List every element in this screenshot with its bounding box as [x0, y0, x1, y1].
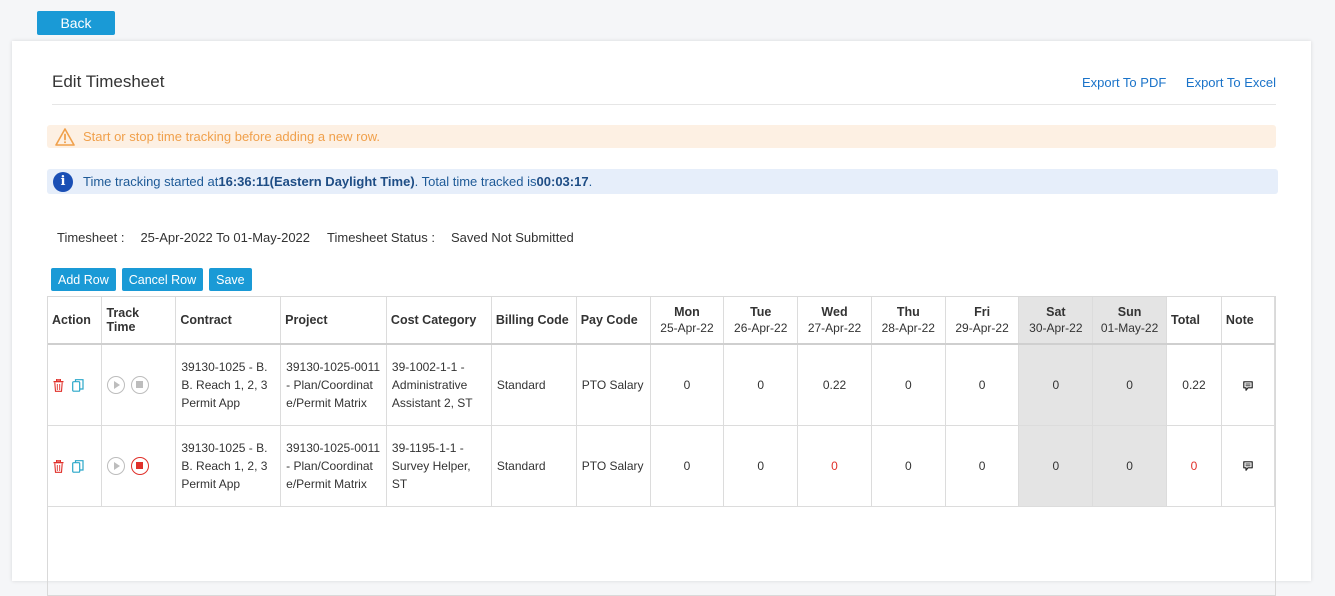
col-cost-category: Cost Category [386, 297, 492, 345]
warning-icon [55, 127, 75, 146]
col-action: Action [48, 297, 103, 345]
delete-icon[interactable] [53, 459, 64, 473]
track-time-cell [101, 425, 177, 507]
note-cell [1221, 344, 1276, 426]
delete-icon[interactable] [53, 379, 64, 392]
hours-sun[interactable]: 0 [1092, 425, 1167, 507]
cancel-row-button[interactable]: Cancel Row [121, 268, 204, 291]
hours-mon[interactable]: 0 [650, 344, 725, 426]
hours-sat[interactable]: 0 [1018, 344, 1094, 426]
track-time-cell [101, 344, 177, 426]
col-day-sat: Sat 30-Apr-22 [1018, 297, 1094, 345]
note-cell [1221, 425, 1276, 507]
stop-icon[interactable] [130, 376, 149, 395]
contract-cell: 39130-1025 - B. B. Reach 1, 2, 3 Permit … [175, 344, 282, 426]
play-icon[interactable] [107, 456, 126, 475]
table-row: 39130-1025 - B. B. Reach 1, 2, 3 Permit … [48, 425, 1276, 507]
col-project: Project [280, 297, 387, 345]
col-day-fri: Fri 29-Apr-22 [945, 297, 1020, 345]
warning-text: Start or stop time tracking before addin… [83, 129, 380, 144]
hours-mon[interactable]: 0 [650, 425, 725, 507]
copy-icon[interactable] [72, 379, 84, 392]
note-icon[interactable] [1243, 461, 1253, 472]
info-alert: i Time tracking started at 16:36:11(East… [47, 169, 1278, 194]
stop-icon[interactable] [130, 456, 149, 475]
table-row: 39130-1025 - B. B. Reach 1, 2, 3 Permit … [48, 344, 1276, 426]
billing-code-cell: Standard [491, 344, 577, 426]
col-pay-code: Pay Code [576, 297, 651, 345]
timesheet-card: Edit Timesheet Export To PDF Export To E… [12, 41, 1311, 596]
action-cell [48, 344, 103, 426]
hours-fri[interactable]: 0 [945, 344, 1020, 426]
hours-tue[interactable]: 0 [723, 425, 799, 507]
back-button[interactable]: Back [37, 11, 115, 35]
col-day-thu: Thu 28-Apr-22 [871, 297, 946, 345]
timesheet-status: Saved Not Submitted [450, 230, 574, 245]
col-day-wed: Wed 27-Apr-22 [797, 297, 872, 345]
timesheet-label: Timesheet : [57, 230, 125, 245]
export-pdf-link[interactable]: Export To PDF [1082, 75, 1166, 90]
note-icon[interactable] [1243, 380, 1253, 391]
hours-tue[interactable]: 0 [723, 344, 799, 426]
timesheet-grid: Action Track Time Contract Project Cost … [47, 296, 1276, 596]
export-links: Export To PDF Export To Excel [1066, 75, 1276, 90]
col-total: Total [1166, 297, 1222, 345]
hours-wed[interactable]: 0.22 [797, 344, 872, 426]
col-contract: Contract [175, 297, 282, 345]
card-header: Edit Timesheet Export To PDF Export To E… [52, 63, 1276, 105]
contract-cell: 39130-1025 - B. B. Reach 1, 2, 3 Permit … [175, 425, 282, 507]
col-billing-code: Billing Code [491, 297, 577, 345]
hours-wed[interactable]: 0 [797, 425, 872, 507]
timesheet-status-label: Timesheet Status : [327, 230, 435, 245]
project-cell: 39130-1025-0011 - Plan/Coordinate/Permit… [280, 425, 387, 507]
copy-icon[interactable] [72, 459, 84, 473]
hours-fri[interactable]: 0 [945, 425, 1020, 507]
pay-code-cell: PTO Salary [576, 425, 651, 507]
toolbar: Add Row Cancel Row Save [51, 268, 252, 291]
col-day-sun: Sun 01-May-22 [1092, 297, 1167, 345]
action-cell [48, 425, 103, 507]
billing-code-cell: Standard [491, 425, 577, 507]
total-cell: 0 [1166, 425, 1222, 507]
col-track-time: Track Time [101, 297, 177, 345]
header-row: Action Track Time Contract Project Cost … [48, 297, 1276, 345]
info-total-time: 00:03:17 [536, 174, 589, 189]
timesheet-range: 25-Apr-2022 To 01-May-2022 [140, 230, 311, 245]
info-suffix: . [588, 174, 593, 189]
add-row-button[interactable]: Add Row [51, 268, 116, 291]
total-cell: 0.22 [1166, 344, 1222, 426]
play-icon[interactable] [107, 376, 126, 395]
col-day-tue: Tue 26-Apr-22 [723, 297, 799, 345]
info-start-time: 16:36:11(Eastern Daylight Time) [218, 174, 415, 189]
col-day-mon: Mon 25-Apr-22 [650, 297, 725, 345]
pay-code-cell: PTO Salary [576, 344, 651, 426]
info-middle: . Total time tracked is [414, 174, 537, 189]
info-icon: i [53, 171, 73, 192]
timesheet-info: Timesheet : 25-Apr-2022 To 01-May-2022 T… [57, 230, 574, 245]
hours-thu[interactable]: 0 [871, 344, 946, 426]
cost-category-cell: 39-1002-1-1 - Administrative Assistant 2… [386, 344, 492, 426]
hours-sat[interactable]: 0 [1018, 425, 1094, 507]
page-title: Edit Timesheet [52, 72, 165, 91]
warning-alert: Start or stop time tracking before addin… [47, 125, 1276, 148]
project-cell: 39130-1025-0011 - Plan/Coordinate/Permit… [280, 344, 387, 426]
col-note: Note [1221, 297, 1276, 345]
timesheet-table: Action Track Time Contract Project Cost … [48, 297, 1276, 507]
cost-category-cell: 39-1195-1-1 - Survey Helper, ST [386, 425, 492, 507]
info-prefix: Time tracking started at [83, 174, 219, 189]
export-excel-link[interactable]: Export To Excel [1186, 75, 1276, 90]
hours-thu[interactable]: 0 [871, 425, 946, 507]
save-button[interactable]: Save [209, 268, 252, 291]
hours-sun[interactable]: 0 [1092, 344, 1167, 426]
